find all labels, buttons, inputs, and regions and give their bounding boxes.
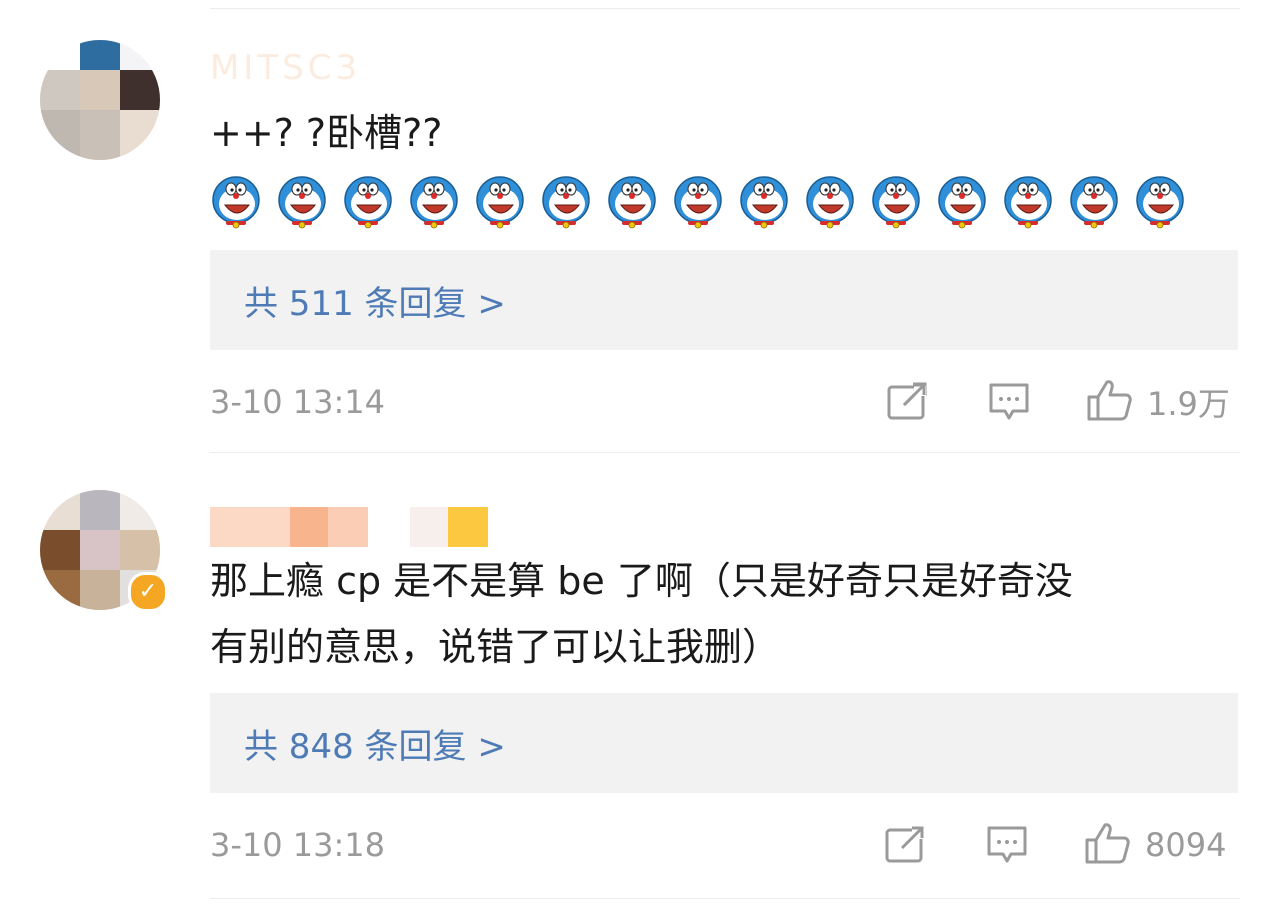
like-button[interactable]: 8094 bbox=[1083, 820, 1226, 870]
username[interactable] bbox=[210, 507, 490, 547]
bottom-divider bbox=[210, 898, 1240, 899]
timestamp: 3-10 13:18 bbox=[210, 826, 386, 864]
comment-text-line: 那上瘾 cp 是不是算 be 了啊（只是好奇只是好奇没 bbox=[210, 559, 1073, 603]
comment-item: ✓ 那上瘾 cp 是不是算 be 了啊（只是好奇只是好奇没 有别的意思，说错了可… bbox=[0, 0, 1280, 906]
comment-text: 那上瘾 cp 是不是算 be 了啊（只是好奇只是好奇没 有别的意思，说错了可以让… bbox=[210, 548, 1240, 680]
comment-icon[interactable] bbox=[986, 825, 1028, 865]
comment-text-line: 有别的意思，说错了可以让我删） bbox=[210, 625, 781, 669]
comment-meta: 3-10 13:18 8094 bbox=[210, 820, 1240, 870]
verified-badge-icon: ✓ bbox=[128, 572, 168, 612]
thumbs-up-icon bbox=[1083, 821, 1131, 869]
replies-count-label: 共 848 条回复 > bbox=[244, 726, 506, 767]
replies-link[interactable]: 共 848 条回复 > bbox=[210, 693, 1238, 793]
like-count: 8094 bbox=[1145, 826, 1227, 864]
share-icon[interactable] bbox=[884, 825, 926, 865]
